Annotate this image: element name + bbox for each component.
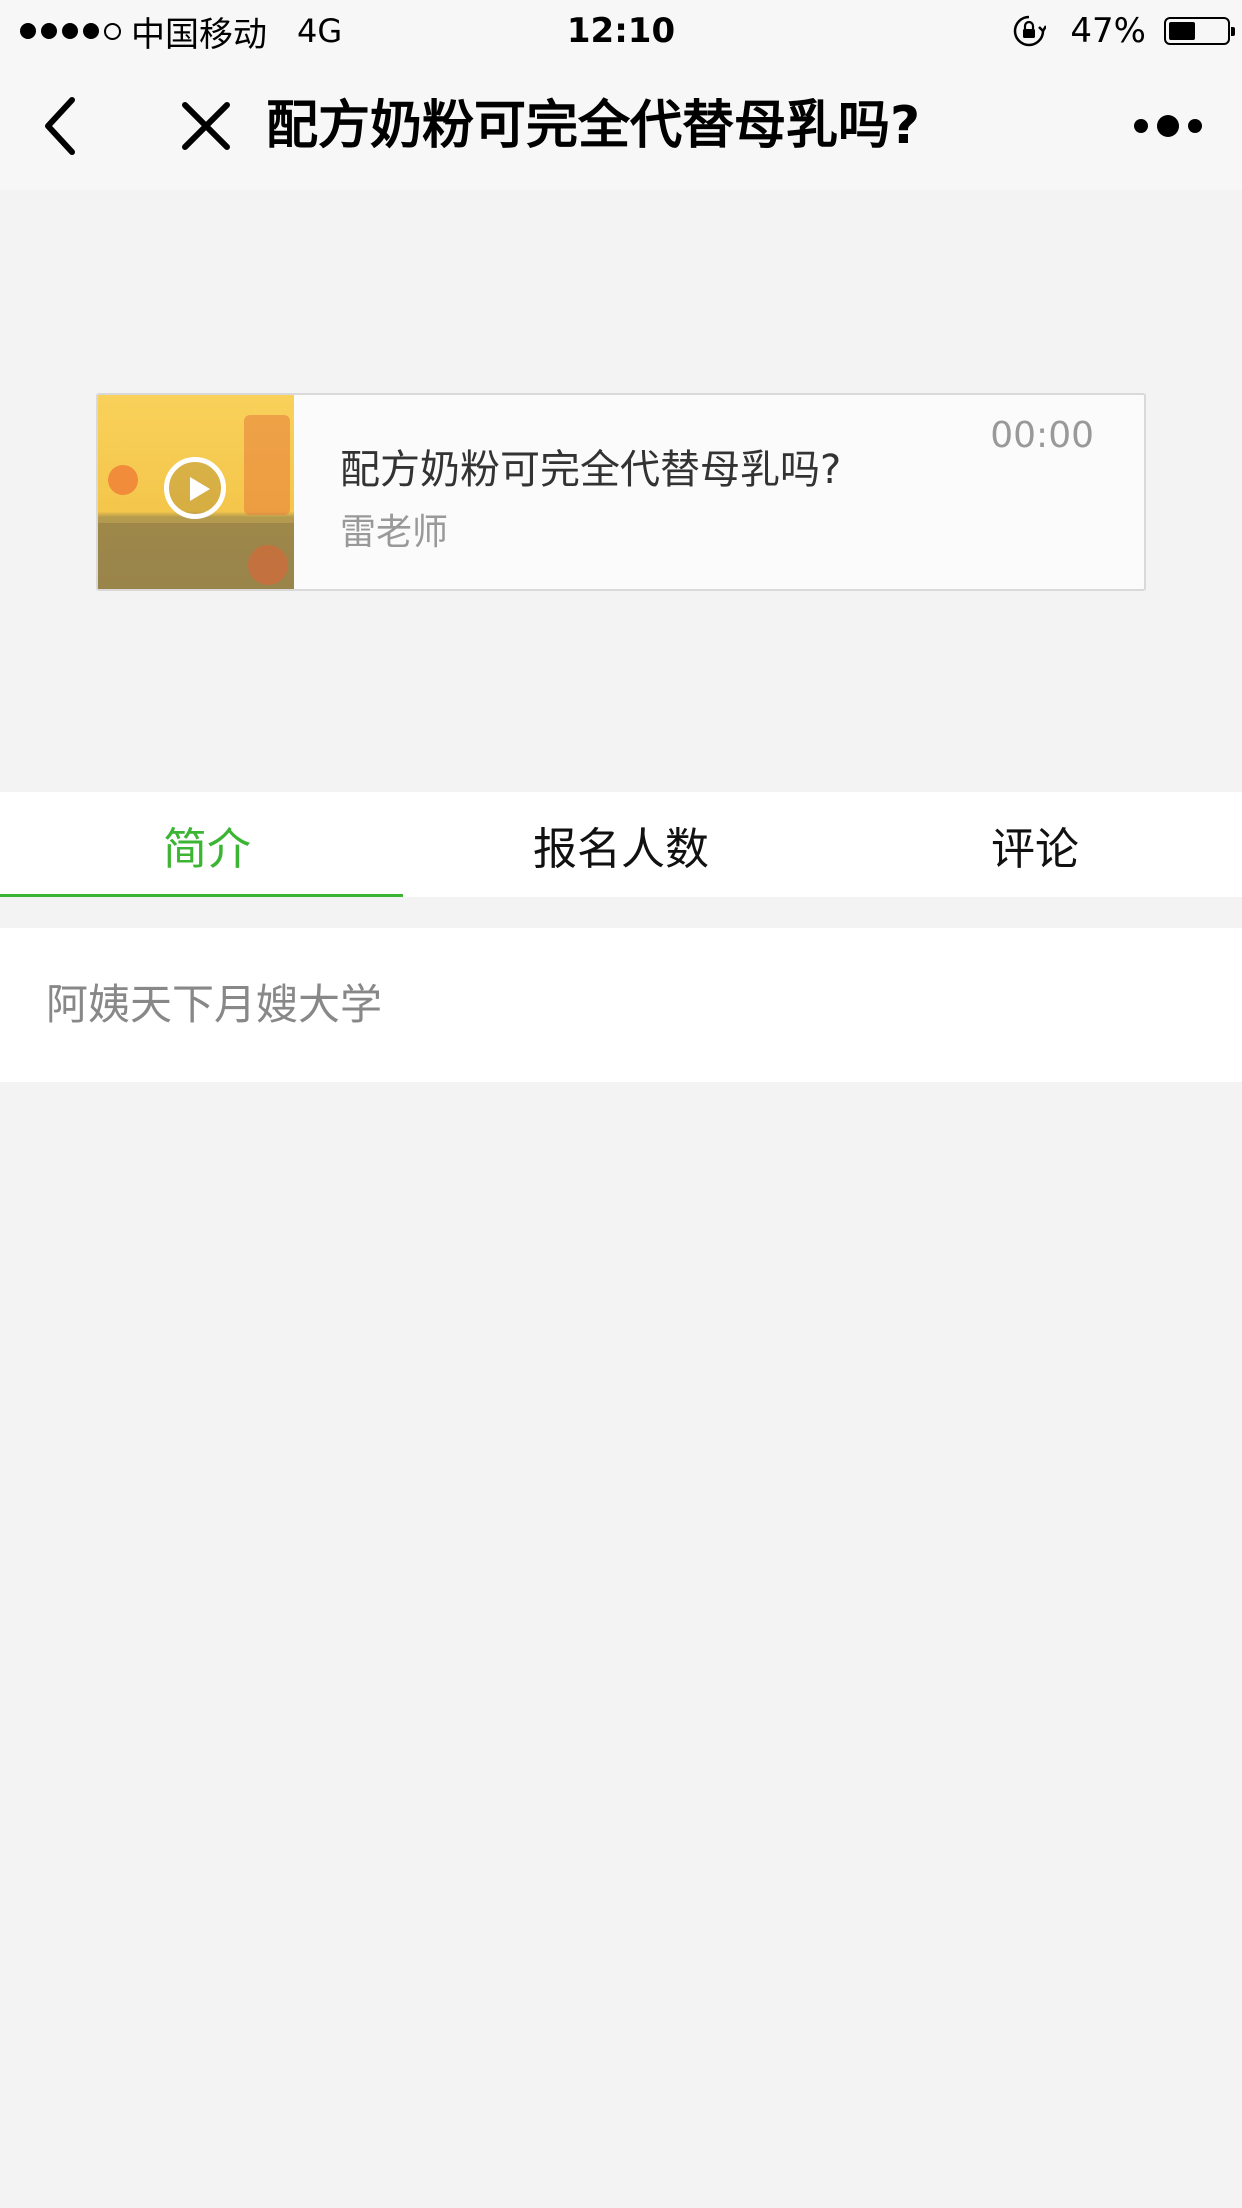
more-icon	[1157, 115, 1179, 137]
cover-decoration	[244, 415, 290, 515]
more-button[interactable]	[1134, 104, 1202, 148]
close-button[interactable]	[170, 92, 242, 160]
status-right: 47%	[1012, 8, 1235, 54]
battery-cap	[1231, 27, 1235, 36]
battery-percent: 47%	[1070, 11, 1146, 51]
close-icon	[182, 102, 230, 150]
status-bar: 中国移动 4G 12:10 47%	[0, 0, 1242, 62]
cover-decoration	[108, 465, 138, 495]
tab-bar: 简介 报名人数 评论	[0, 792, 1242, 897]
back-button[interactable]	[30, 92, 90, 160]
audio-card[interactable]: 配方奶粉可完全代替母乳吗? 雷老师 00:00	[96, 393, 1146, 591]
battery-fill	[1169, 22, 1195, 40]
intro-panel: 阿姨天下月嫂大学	[0, 928, 1242, 1082]
more-icon	[1188, 119, 1202, 133]
cover-image	[98, 395, 294, 589]
tab-comments[interactable]: 评论	[828, 792, 1242, 897]
rotation-lock-icon	[1014, 15, 1047, 47]
tab-intro[interactable]: 简介	[0, 792, 414, 897]
play-icon[interactable]	[164, 457, 226, 519]
tab-signups[interactable]: 报名人数	[414, 792, 828, 897]
navigation-bar: 配方奶粉可完全代替母乳吗?	[0, 62, 1242, 190]
audio-title: 配方奶粉可完全代替母乳吗?	[340, 447, 842, 493]
audio-author: 雷老师	[340, 512, 449, 553]
battery-icon	[1164, 17, 1235, 45]
page-title: 配方奶粉可完全代替母乳吗?	[266, 96, 921, 156]
more-icon	[1134, 119, 1148, 133]
audio-duration: 00:00	[990, 415, 1094, 456]
cover-decoration	[248, 545, 288, 585]
chevron-left-icon	[45, 97, 75, 155]
intro-text: 阿姨天下月嫂大学	[46, 980, 383, 1029]
